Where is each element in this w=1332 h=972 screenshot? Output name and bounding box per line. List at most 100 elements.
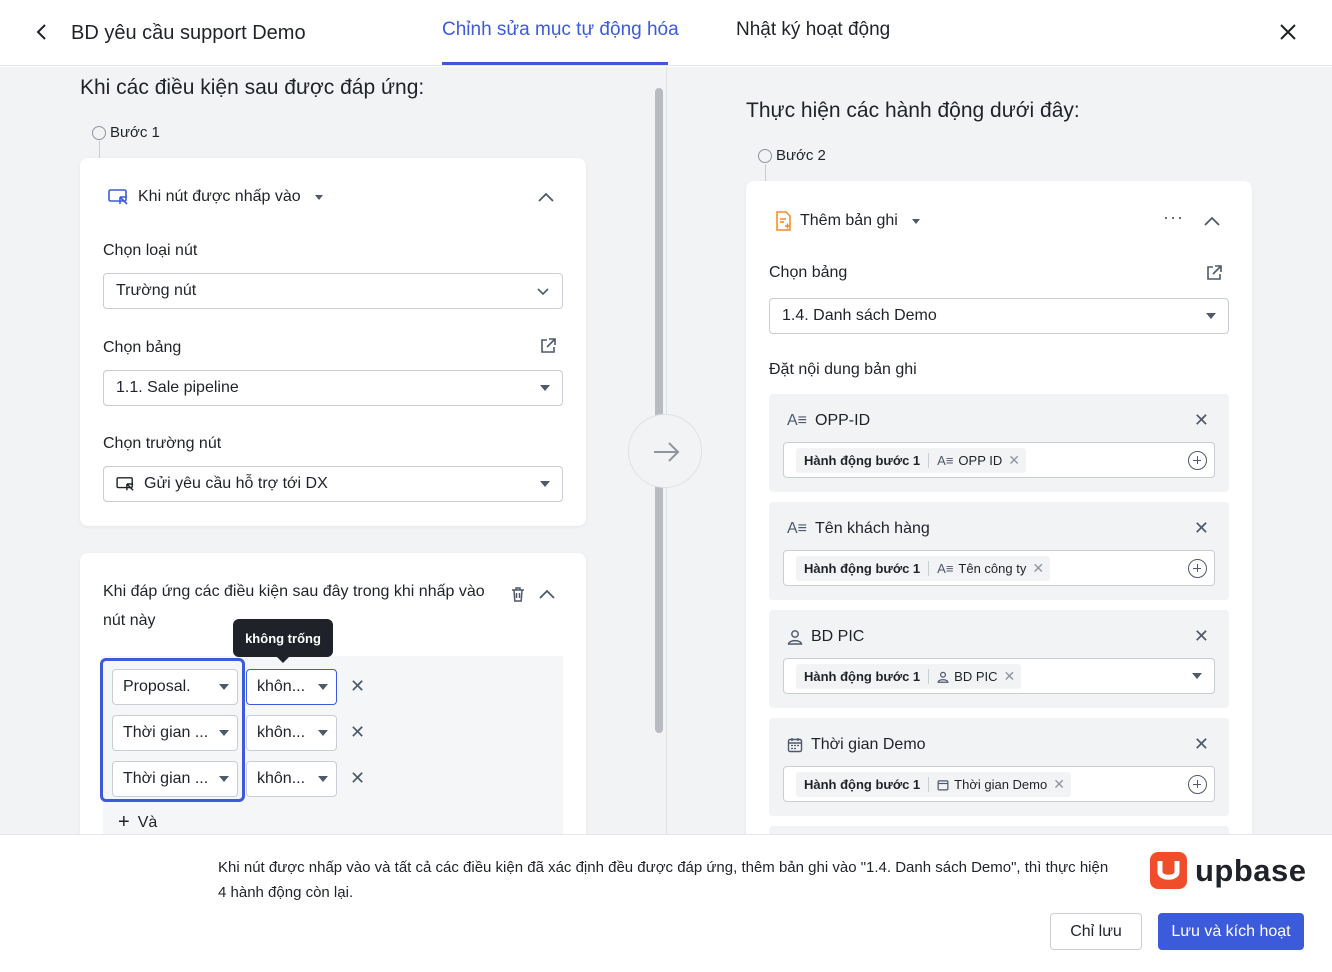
step-1: Bước 1 [92,124,160,141]
trash-icon[interactable] [509,585,527,603]
step-circle-icon [758,148,772,163]
scrollbar[interactable] [655,88,663,733]
table-label: Chọn bảng [103,339,182,356]
step-2: Bước 2 [758,147,826,164]
text-field-icon: A≡ [937,561,954,576]
text-field-icon: A≡ [937,453,954,468]
condition-field-select[interactable]: Proposal. [112,669,238,705]
person-icon [787,630,803,645]
remove-chip-icon[interactable]: ✕ [1032,560,1050,577]
add-and-condition-button[interactable]: + Và [118,811,157,834]
remove-chip-icon[interactable]: ✕ [1004,668,1022,685]
close-icon[interactable] [1276,20,1300,44]
condition-field-value: Thời gian ... [123,770,209,787]
more-options-icon[interactable]: ··· [1163,207,1184,228]
remove-field-icon[interactable]: ✕ [1194,410,1209,431]
chevron-up-icon[interactable] [537,190,555,204]
record-field-next [769,826,1229,834]
remove-condition-icon[interactable]: ✕ [350,722,365,743]
caret-down-icon [540,481,550,487]
caret-down-icon [540,385,550,391]
add-value-icon[interactable] [1188,775,1207,794]
chevron-up-icon[interactable] [538,587,556,601]
back-icon[interactable] [30,20,54,44]
chip-value: OPP ID [958,453,1003,468]
action-type-dropdown[interactable]: Thêm bản ghi [774,211,920,231]
automation-summary: Khi nút được nhấp vào và tất cả các điều… [218,859,1109,901]
button-click-icon [116,477,134,491]
field-value-input[interactable]: Hành động bước 1 Thời gian Demo ✕ [783,766,1215,802]
trigger-card: Khi nút được nhấp vào Chọn loại nút Trườ… [80,158,586,526]
table-select[interactable]: 1.1. Sale pipeline [103,370,563,406]
condition-field-select[interactable]: Thời gian ... [112,761,238,797]
caret-down-icon [318,776,328,782]
caret-down-icon [1192,673,1202,679]
page-title: BD yêu cầu support Demo [71,22,306,44]
condition-operator-value: khôn... [257,724,306,741]
record-field-opp-id: A≡ OPP-ID ✕ Hành động bước 1 A≡ OPP ID ✕ [769,394,1229,492]
remove-chip-icon[interactable]: ✕ [1008,452,1026,469]
button-type-select[interactable]: Trường nút [103,273,563,309]
condition-field-select[interactable]: Thời gian ... [112,715,238,751]
header: BD yêu cầu support Demo Chỉnh sửa mục tự… [0,0,1332,66]
condition-field-value: Thời gian ... [123,724,209,741]
remove-condition-icon[interactable]: ✕ [350,768,365,789]
field-value-input[interactable]: Hành động bước 1 A≡ OPP ID ✕ [783,442,1215,478]
text-field-icon: A≡ [787,520,808,537]
add-value-icon[interactable] [1188,559,1207,578]
tab-activity-log[interactable]: Nhật ký hoạt động [736,19,890,41]
caret-down-icon [911,218,920,224]
save-only-button[interactable]: Chỉ lưu [1050,913,1142,950]
condition-operator-select[interactable]: khôn... [246,761,337,797]
person-icon [937,671,949,683]
caret-down-icon [219,776,229,782]
text-field-icon: A≡ [787,412,808,429]
chevron-down-icon [537,288,549,296]
field-value-select[interactable]: Hành động bước 1 BD PIC ✕ [783,658,1215,694]
add-and-label: Và [137,813,158,831]
remove-chip-icon[interactable]: ✕ [1053,776,1071,793]
calendar-icon [937,779,949,790]
field-title: A≡ Tên khách hàng [787,520,930,538]
external-link-icon[interactable] [1205,264,1223,282]
step-connector [765,164,766,182]
record-content-label: Đặt nội dung bản ghi [769,361,917,378]
condition-operator-select[interactable]: khôn... [246,669,337,705]
caret-down-icon [314,194,323,200]
button-field-select[interactable]: Gửi yêu cầu hỗ trợ tới DX [103,466,563,502]
footer: Khi nút được nhấp vào và tất cả các điều… [0,834,1332,972]
arrow-right-icon [654,442,680,462]
button-type-value: Trường nút [116,282,197,299]
save-and-activate-button[interactable]: Lưu và kích hoạt [1158,913,1304,950]
calendar-icon [787,738,803,753]
tab-edit-automation[interactable]: Chỉnh sửa mục tự động hóa [442,19,679,41]
condition-operator-select[interactable]: khôn... [246,715,337,751]
remove-field-icon[interactable]: ✕ [1194,734,1209,755]
step-circle-icon [92,125,106,140]
trigger-title: Khi nút được nhấp vào [138,188,301,205]
field-name: BD PIC [811,628,865,645]
reference-chip: Hành động bước 1 BD PIC ✕ [796,664,1022,689]
actions-section-title: Thực hiện các hành động dưới đây: [746,99,1080,122]
external-link-icon[interactable] [539,337,557,355]
trigger-type-dropdown[interactable]: Khi nút được nhấp vào [108,188,323,206]
remove-condition-icon[interactable]: ✕ [350,676,365,697]
chip-source: Hành động bước 1 [796,561,930,576]
chip-value: Tên công ty [958,561,1027,576]
action-table-select[interactable]: 1.4. Danh sách Demo [769,298,1229,334]
logo-text: upbase [1195,852,1307,888]
table-value: 1.1. Sale pipeline [116,379,239,396]
button-click-icon [108,189,128,205]
field-value-input[interactable]: Hành động bước 1 A≡ Tên công ty ✕ [783,550,1215,586]
remove-field-icon[interactable]: ✕ [1194,518,1209,539]
add-value-icon[interactable] [1188,451,1207,470]
upbase-logo-icon [1150,852,1187,889]
reference-chip: Hành động bước 1 A≡ Tên công ty ✕ [796,556,1051,581]
field-title: Thời gian Demo [787,736,926,754]
step-2-label: Bước 2 [776,147,826,164]
chevron-up-icon[interactable] [1203,214,1221,228]
chip-source: Hành động bước 1 [796,669,930,684]
main-content: Khi các điều kiện sau được đáp ứng: Bước… [0,67,1332,834]
record-field-customer-name: A≡ Tên khách hàng ✕ Hành động bước 1 A≡ T… [769,502,1229,600]
remove-field-icon[interactable]: ✕ [1194,626,1209,647]
